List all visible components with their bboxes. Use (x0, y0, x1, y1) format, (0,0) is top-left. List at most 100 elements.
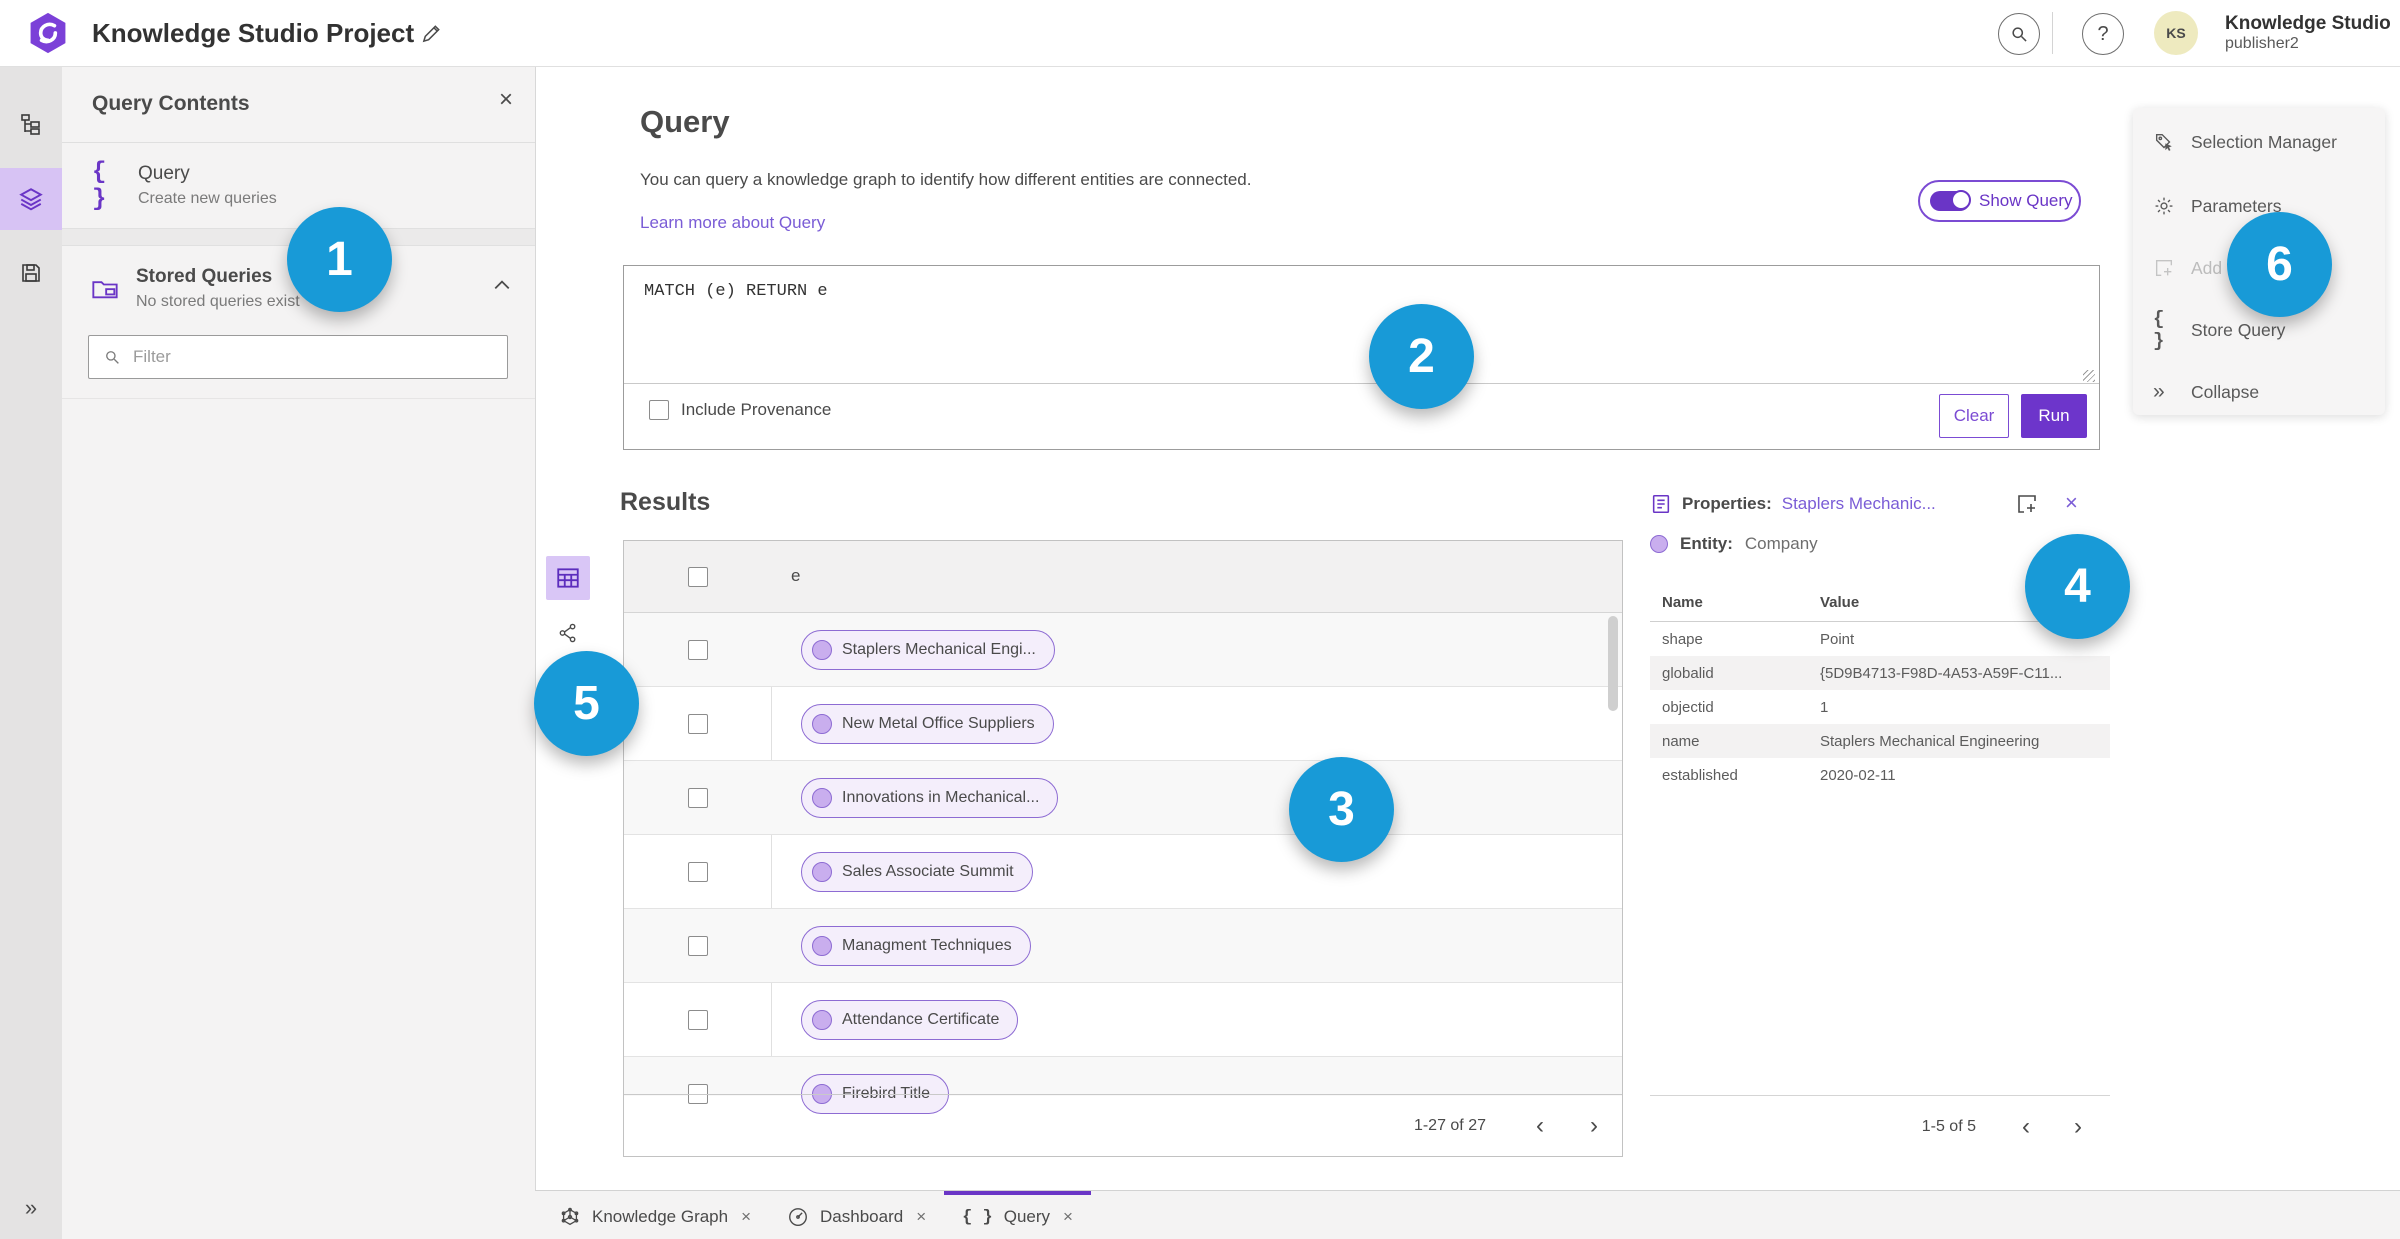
close-panel-icon[interactable]: × (499, 88, 513, 112)
toggle-knob (1951, 190, 1971, 210)
entity-pill[interactable]: Attendance Certificate (801, 1000, 1019, 1040)
close-tab-icon[interactable]: × (1063, 1207, 1073, 1227)
selection-manager-item[interactable]: Selection Manager (2133, 120, 2385, 164)
help-button[interactable]: ? (2082, 13, 2124, 55)
panel-title: Query Contents (92, 92, 250, 115)
show-query-toggle[interactable]: Show Query (1918, 180, 2081, 222)
clear-button[interactable]: Clear (1939, 394, 2009, 438)
table-row[interactable]: Staplers Mechanical Engi... (624, 613, 1622, 687)
entity-pill[interactable]: Managment Techniques (801, 926, 1031, 966)
table-row[interactable]: Sales Associate Summit (624, 835, 1622, 909)
header-divider (2052, 12, 2053, 54)
user-role: publisher2 (2225, 34, 2299, 52)
entity-dot-icon (812, 714, 832, 734)
entity-dot-icon (1650, 535, 1668, 553)
tab-knowledge-graph[interactable]: Knowledge Graph × (541, 1191, 769, 1239)
close-properties-icon[interactable]: × (2065, 492, 2078, 514)
panel-header: Query Contents × (62, 66, 535, 143)
store-query-item[interactable]: { } Store Query (2133, 308, 2385, 352)
collapse-item[interactable]: » Collapse (2133, 370, 2385, 414)
chevron-up-icon[interactable] (493, 279, 511, 291)
table-row[interactable]: Innovations in Mechanical... (624, 761, 1622, 835)
row-checkbox[interactable] (688, 714, 708, 734)
expand-rail-button[interactable]: » (0, 1195, 62, 1221)
next-page-button[interactable]: › (1584, 1113, 1604, 1138)
close-tab-icon[interactable]: × (741, 1207, 751, 1227)
filter-input[interactable] (131, 346, 465, 368)
user-info[interactable]: Knowledge Studio publisher2 (2225, 13, 2391, 53)
close-tab-icon[interactable]: × (916, 1207, 926, 1227)
link-chart-view-button[interactable] (553, 618, 583, 648)
property-row[interactable]: established 2020-02-11 (1650, 758, 2110, 792)
select-all-checkbox[interactable] (688, 567, 708, 587)
table-icon (557, 568, 579, 588)
properties-page-range: 1-5 of 5 (1921, 1117, 1976, 1135)
search-icon (2012, 27, 2027, 42)
add-square-icon (2155, 259, 2173, 277)
tab-dashboard[interactable]: Dashboard × (769, 1191, 944, 1239)
property-row[interactable]: globalid {5D9B4713-F98D-4A53-A59F-C11... (1650, 656, 2110, 690)
annotation-1: 1 (287, 207, 392, 312)
search-icon (103, 348, 121, 366)
chevrons-right-icon: » (2153, 380, 2165, 403)
annotation-4: 4 (2025, 534, 2130, 639)
entity-pill[interactable]: New Metal Office Suppliers (801, 704, 1054, 744)
query-item-sublabel: Create new queries (138, 190, 277, 207)
col-header-value: Value (1820, 594, 1860, 611)
resize-handle[interactable] (2083, 370, 2095, 382)
panel-divider (62, 398, 535, 399)
table-row[interactable]: New Metal Office Suppliers (624, 687, 1622, 761)
table-scrollbar[interactable] (1608, 616, 1618, 711)
braces-icon: { } (962, 1207, 993, 1227)
app-logo (26, 11, 70, 55)
add-to-selection-icon[interactable] (2015, 492, 2039, 516)
property-row[interactable]: objectid 1 (1650, 690, 2110, 724)
entity-pill[interactable]: Sales Associate Summit (801, 852, 1033, 892)
col-header-name: Name (1662, 594, 1703, 611)
save-rail-button[interactable] (0, 242, 62, 304)
property-row[interactable]: name Staplers Mechanical Engineering (1650, 724, 2110, 758)
braces-icon: { } (92, 158, 107, 213)
data-model-icon (21, 114, 40, 135)
table-row[interactable]: Attendance Certificate (624, 983, 1622, 1057)
table-row[interactable]: Managment Techniques (624, 909, 1622, 983)
search-button[interactable] (1998, 13, 2040, 55)
entity-pill[interactable]: Innovations in Mechanical... (801, 778, 1059, 818)
include-provenance-checkbox[interactable] (649, 400, 669, 420)
avatar[interactable]: KS (2154, 11, 2198, 55)
show-query-label: Show Query (1979, 191, 2073, 210)
knowledge-graph-icon (561, 1207, 579, 1226)
filter-field[interactable] (88, 335, 508, 379)
results-pagination: 1-27 of 27 ‹ › (624, 1094, 1622, 1156)
query-item-label: Query (138, 163, 190, 184)
row-checkbox[interactable] (688, 1010, 708, 1030)
entity-pill[interactable]: Staplers Mechanical Engi... (801, 630, 1055, 670)
properties-entity-link[interactable]: Staplers Mechanic... (1782, 494, 1936, 514)
property-row[interactable]: shape Point (1650, 622, 2110, 656)
next-page-button[interactable]: › (2068, 1114, 2088, 1139)
query-section-description: You can query a knowledge graph to ident… (640, 170, 1252, 189)
query-editor-input[interactable]: MATCH (e) RETURN e (624, 266, 2099, 383)
sidebar-item-query[interactable]: { } Query Create new queries (62, 143, 535, 229)
toggle-track[interactable] (1930, 190, 1971, 211)
row-checkbox[interactable] (688, 788, 708, 808)
prev-page-button[interactable]: ‹ (1530, 1113, 1550, 1138)
entity-label: Entity: (1680, 534, 1733, 553)
app-header: Knowledge Studio Project ? KS Knowledge … (0, 0, 2400, 67)
tab-query[interactable]: { } Query × (944, 1191, 1091, 1239)
braces-icon: { } (2153, 308, 2165, 352)
layers-rail-button[interactable] (0, 168, 62, 230)
table-view-button[interactable] (546, 556, 590, 600)
edit-title-pencil-icon[interactable] (420, 22, 443, 45)
entity-dot-icon (812, 862, 832, 882)
prev-page-button[interactable]: ‹ (2016, 1114, 2036, 1139)
properties-pagination: 1-5 of 5 ‹ › (1650, 1095, 2110, 1157)
row-checkbox[interactable] (688, 862, 708, 882)
run-button[interactable]: Run (2021, 394, 2087, 438)
table-row[interactable]: Firebird Title (624, 1057, 1622, 1114)
row-checkbox[interactable] (688, 936, 708, 956)
data-model-rail-button[interactable] (0, 94, 62, 156)
query-section-title: Query (640, 104, 730, 139)
learn-more-link[interactable]: Learn more about Query (640, 213, 825, 233)
row-checkbox[interactable] (688, 640, 708, 660)
